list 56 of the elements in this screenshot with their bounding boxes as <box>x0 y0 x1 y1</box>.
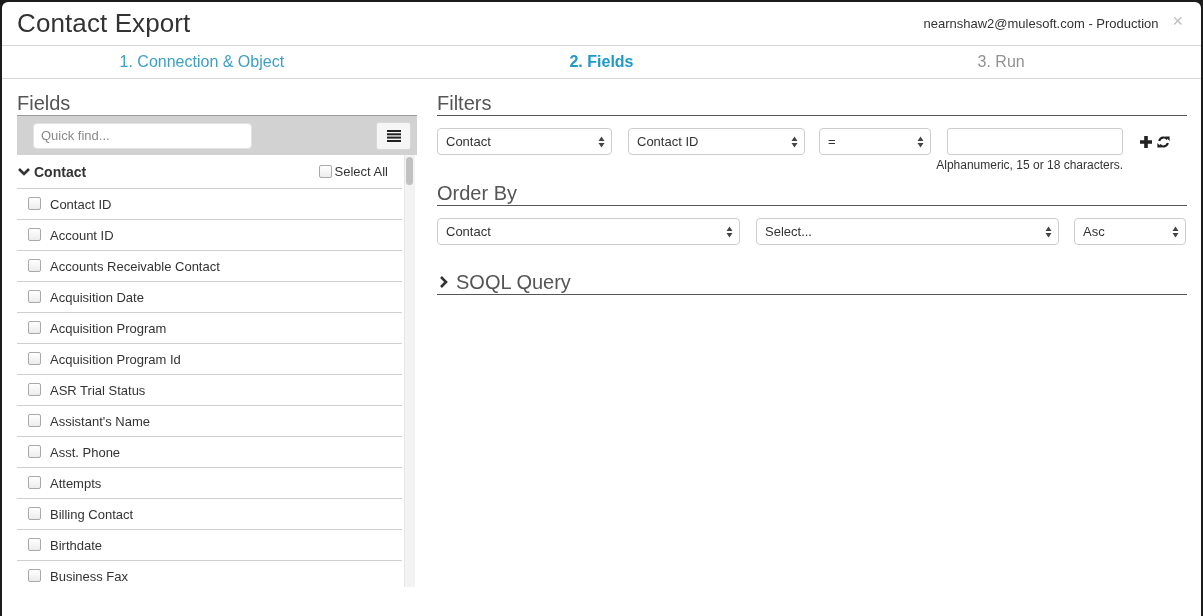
checkbox[interactable] <box>28 196 41 210</box>
updown-caret-icon <box>791 135 798 148</box>
checkbox[interactable] <box>28 289 41 303</box>
field-label[interactable]: Acquisition Date <box>50 289 144 305</box>
field-label[interactable]: Assistant's Name <box>50 413 150 429</box>
direction-select[interactable]: Asc <box>1074 218 1186 245</box>
field-label[interactable]: Attempts <box>50 475 102 491</box>
field-hint: Alphanumeric, 15 or 18 characters. <box>936 158 1123 172</box>
plus-icon[interactable] <box>1140 135 1152 148</box>
object-select[interactable]: Contact <box>437 218 740 245</box>
field-label[interactable]: Account ID <box>50 227 114 243</box>
checkbox[interactable] <box>28 258 41 272</box>
field-select[interactable]: Select... <box>756 218 1059 245</box>
checkbox[interactable] <box>28 382 41 396</box>
field-label[interactable]: Business Fax <box>50 568 129 584</box>
updown-caret-icon <box>1172 225 1179 238</box>
section-heading: Fields <box>17 91 72 115</box>
list-menu-button[interactable] <box>376 121 411 150</box>
section-toggle[interactable]: SOQL Query <box>437 270 571 294</box>
field-label[interactable]: Asst. Phone <box>50 444 121 460</box>
scrollbar-thumb[interactable] <box>406 157 413 185</box>
section-heading: Filters <box>437 91 1187 116</box>
updown-caret-icon <box>726 225 733 238</box>
checkbox[interactable] <box>28 351 41 365</box>
wizard-step: 3. Run <box>977 53 1025 71</box>
section-heading: Order By <box>437 181 1187 206</box>
checkbox[interactable] <box>28 537 41 551</box>
field-label[interactable]: Acquisition Program Id <box>50 351 181 367</box>
account-label: nearnshaw2@mulesoft.com - Production <box>923 16 1159 31</box>
group-toggle[interactable]: Contact <box>18 163 87 180</box>
field-label[interactable]: Billing Contact <box>50 506 134 522</box>
value-field[interactable] <box>947 128 1123 155</box>
window-title: Contact Export <box>17 8 191 39</box>
updown-caret-icon <box>598 135 605 148</box>
field-select[interactable]: Contact ID <box>628 128 805 155</box>
refresh-icon[interactable] <box>1157 135 1170 148</box>
checkbox[interactable] <box>28 475 41 489</box>
operator-select[interactable]: = <box>819 128 931 155</box>
checkbox[interactable] <box>28 506 41 520</box>
checkbox[interactable] <box>28 568 41 582</box>
field-label[interactable]: ASR Trial Status <box>50 382 146 398</box>
updown-caret-icon <box>1045 225 1052 238</box>
field-label[interactable]: Contact ID <box>50 196 112 212</box>
field-label[interactable]: Accounts Receivable Contact <box>50 258 220 274</box>
object-select[interactable]: Contact <box>437 128 612 155</box>
checkbox[interactable] <box>28 444 41 458</box>
checkbox[interactable] <box>318 165 332 178</box>
select-all-label[interactable]: Select All <box>334 164 388 179</box>
search-field[interactable]: Quick find... <box>33 122 252 149</box>
updown-caret-icon <box>917 135 924 148</box>
checkbox[interactable] <box>28 413 41 427</box>
checkbox[interactable] <box>28 320 41 334</box>
field-label[interactable]: Acquisition Program <box>50 320 167 336</box>
menu-icon <box>386 129 401 142</box>
checkbox[interactable] <box>28 227 41 241</box>
field-label[interactable]: Birthdate <box>50 537 103 553</box>
